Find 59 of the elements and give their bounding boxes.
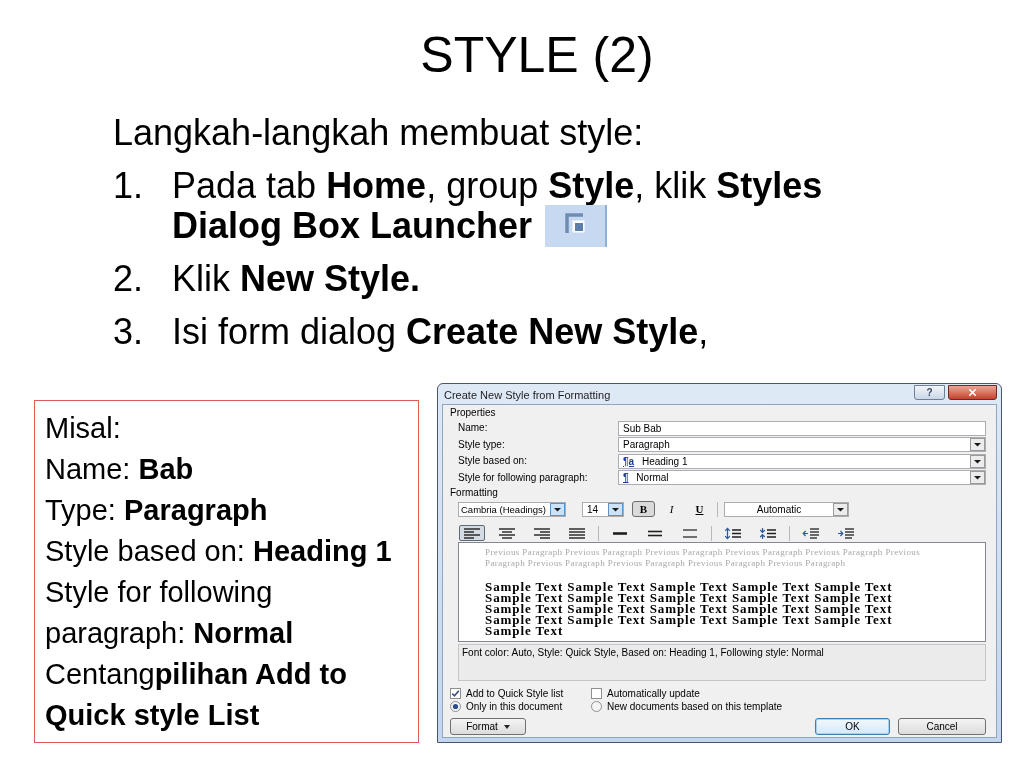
justify-icon <box>568 526 586 540</box>
slide-title: STYLE (2) <box>419 27 655 83</box>
italic-button[interactable]: I <box>660 501 683 517</box>
field-label: Style based on: <box>458 455 528 468</box>
field-label: Name: <box>458 422 489 435</box>
example-line: Centangpilihan Add to Quick style List <box>45 657 348 733</box>
section-label: Properties <box>450 406 497 420</box>
name-input[interactable]: Sub Bab <box>618 420 986 436</box>
step-text: Pada tab Home, group Style, klik Styles <box>172 166 823 206</box>
section-label: Formatting <box>450 486 499 500</box>
example-line: Misal: <box>45 411 122 446</box>
color-dropdown[interactable]: Automatic <box>724 501 849 517</box>
intro-text: Langkah-langkah membuat style: <box>113 113 645 153</box>
step-text: Isi form dialog Create New Style, <box>172 312 709 352</box>
style-description: Font color: Auto, Style: Quick Style, Based on: Heading 1, Following style: Normal <box>458 644 986 681</box>
example-line: Type: Paragraph <box>45 493 269 528</box>
step-text: Dialog Box Launcher <box>172 206 533 246</box>
close-icon <box>967 387 978 398</box>
help-button[interactable]: ? <box>914 385 945 400</box>
align-left-icon <box>463 526 481 540</box>
radio-label: New documents based on this template <box>607 700 783 713</box>
dialog-title: Create New Style from Formatting <box>444 389 611 401</box>
dropdown-select[interactable]: Paragraph <box>618 437 986 453</box>
underline-button[interactable]: U <box>688 501 711 517</box>
indent-increase-icon <box>837 526 855 540</box>
align-right-icon <box>533 526 551 540</box>
radio-button[interactable] <box>591 701 602 712</box>
spaced-double-line-icon <box>681 526 699 540</box>
checkbox-label: Add to Quick Style list <box>466 687 564 700</box>
caret-icon <box>503 724 510 729</box>
align-left-button[interactable] <box>459 525 485 541</box>
bold-button[interactable]: B <box>632 501 655 517</box>
spacing-decrease-icon <box>759 526 777 540</box>
format-menu-button[interactable]: Format <box>450 718 526 735</box>
ok-button[interactable]: OK <box>815 718 890 735</box>
preview-previous-text: Previous Paragraph Previous Paragraph Previous Paragraph Previous Paragraph Previous Paragraph Previous Paragraph Previous Paragraph Previous Paragraph Previous Paragraph Previous Paragraph <box>485 547 922 569</box>
indent-decrease-icon <box>802 526 820 540</box>
checkbox[interactable] <box>450 688 461 699</box>
font-dropdown[interactable]: Cambria (Headings) <box>458 501 566 517</box>
close-button[interactable] <box>948 385 997 400</box>
radio-button[interactable] <box>450 701 461 712</box>
cancel-button[interactable]: Cancel <box>898 718 986 735</box>
list-number: 1. <box>113 166 145 208</box>
list-number: 2. <box>113 259 145 299</box>
dropdown-select[interactable]: ¶a Heading 1 <box>618 453 986 469</box>
radio-label: Only in this document <box>466 700 563 713</box>
list-number: 3. <box>113 312 145 352</box>
spacing-increase-icon <box>724 526 742 540</box>
preview-sample-text: Sample Text Sample Text Sample Text Sample Text Sample Text Sample Text Sample Text Sample Text Sample Text Sample Text Sample Text Sample Text Sample Text Sample Text Sample Text Sample Text Sample Text Sample Text Sample Text Sample Text Sample Text <box>485 581 894 636</box>
checkbox-label: Automatically update <box>607 687 700 700</box>
field-label: Style type: <box>458 438 506 451</box>
example-line: Style based on: Heading 1 <box>45 534 393 569</box>
field-label: Style for following paragraph: <box>458 471 589 484</box>
size-dropdown[interactable]: 14 <box>582 501 624 517</box>
align-center-icon <box>498 526 516 540</box>
example-line: Name: Bab <box>45 452 195 487</box>
checkbox[interactable] <box>591 688 602 699</box>
step-text: Klik New Style. <box>172 259 421 299</box>
dropdown-select[interactable]: ¶ Normal <box>618 470 986 486</box>
